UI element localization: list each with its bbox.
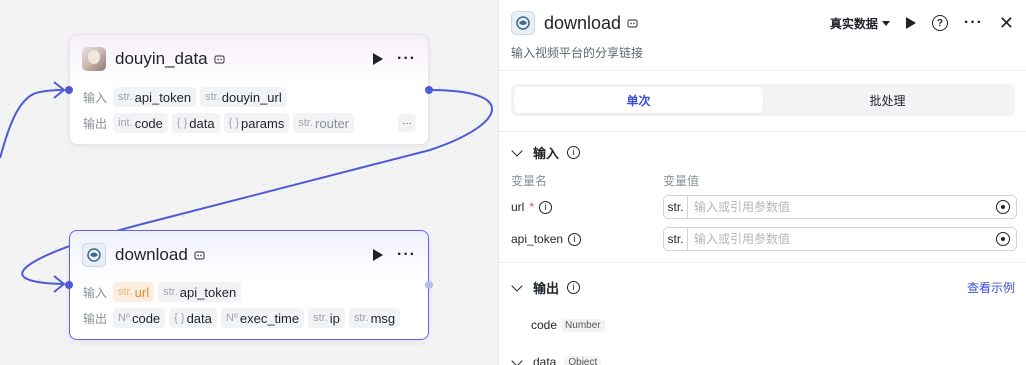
input-section-header[interactable]: 输入 i: [511, 142, 1015, 162]
node-title: douyin_data: [115, 49, 208, 68]
output-field-data[interactable]: data Object: [511, 352, 1015, 365]
inputs-label: 输入: [83, 90, 108, 105]
input-chip: str. api_token: [158, 282, 242, 302]
input-chip: str. api_token: [113, 87, 197, 107]
workflow-canvas[interactable]: douyin_data ··· 输入 str. api_token str. dou…: [0, 0, 498, 365]
node-douyin-data[interactable]: douyin_data ··· 输入 str. api_token str. dou…: [69, 34, 429, 145]
info-icon: i: [539, 200, 553, 214]
output-chip: { } data: [171, 113, 220, 133]
api-token-field[interactable]: str.: [663, 227, 1017, 251]
col-header-value: 变量值: [663, 174, 700, 188]
view-example-link[interactable]: 查看示例: [967, 279, 1015, 296]
node-title: download: [115, 245, 188, 264]
reference-variable-icon[interactable]: [996, 232, 1010, 246]
node-detail-panel: download 真实数据 ? ··· ✕ 输入视频平台的分享链接 单次 批处理…: [498, 0, 1026, 365]
url-field[interactable]: str.: [663, 195, 1017, 219]
output-port[interactable]: [425, 281, 433, 289]
help-icon[interactable]: ?: [931, 15, 948, 31]
outputs-label: 输出: [83, 116, 108, 131]
url-input[interactable]: [694, 200, 996, 214]
more-options-icon[interactable]: ···: [397, 247, 416, 263]
more-options-icon[interactable]: ···: [397, 51, 416, 67]
output-port[interactable]: [425, 86, 433, 94]
panel-title: download: [544, 12, 622, 33]
output-chip: str. router: [293, 113, 355, 133]
chevron-down-icon: [511, 354, 523, 365]
output-field-code: code Number: [531, 318, 605, 332]
output-chip: { } params: [223, 113, 290, 133]
info-icon: i: [567, 280, 581, 294]
run-node-icon[interactable]: [373, 249, 384, 261]
param-label-api-token: api_token i: [511, 227, 582, 251]
col-header-name: 变量名: [511, 174, 548, 188]
node-avatar: [82, 47, 106, 71]
param-label-url: url * i: [511, 195, 553, 219]
info-icon: i: [567, 145, 581, 159]
tab-batch[interactable]: 批处理: [763, 87, 1012, 113]
input-port[interactable]: [65, 281, 73, 289]
output-section-header[interactable]: 输出 i 查看示例: [511, 277, 1015, 297]
more-options-icon[interactable]: ···: [964, 15, 983, 31]
panel-description: 输入视频平台的分享链接: [511, 46, 644, 60]
chevron-down-icon: [511, 279, 523, 292]
panel-avatar: [511, 11, 535, 35]
output-chip: { } data: [169, 308, 217, 328]
run-icon[interactable]: [905, 17, 916, 29]
plugin-logo-icon: [516, 16, 530, 30]
run-node-icon[interactable]: [373, 53, 384, 65]
plugin-badge-icon: [194, 250, 205, 261]
output-chip: Nº code: [113, 308, 166, 328]
tab-single[interactable]: 单次: [514, 87, 763, 113]
inputs-label: 输入: [83, 285, 108, 300]
plugin-badge-icon: [214, 54, 225, 65]
output-chip: str. ip: [308, 308, 345, 328]
output-chip: str. msg: [348, 308, 401, 328]
api-token-input[interactable]: [694, 232, 996, 246]
reference-variable-icon[interactable]: [996, 200, 1010, 214]
output-chip: int. code: [113, 113, 168, 133]
node-avatar: [82, 243, 106, 267]
plugin-logo-icon: [87, 248, 101, 262]
input-chip: str. douyin_url: [200, 87, 287, 107]
chevron-down-icon: [881, 20, 890, 26]
input-port[interactable]: [65, 86, 73, 94]
mode-tabs: 单次 批处理: [511, 84, 1015, 116]
data-source-select[interactable]: 真实数据: [830, 15, 890, 32]
close-icon[interactable]: ✕: [999, 14, 1014, 32]
input-chip-missing: str. url: [113, 282, 155, 302]
more-outputs-button[interactable]: ···: [398, 114, 416, 132]
node-download[interactable]: download ··· 输入 str. url str. api_token 输出…: [69, 230, 429, 340]
chevron-down-icon: [511, 144, 523, 157]
info-icon: i: [568, 232, 582, 246]
outputs-label: 输出: [83, 311, 108, 326]
output-chip: Nº exec_time: [220, 308, 305, 328]
plugin-badge-icon: [627, 18, 638, 29]
